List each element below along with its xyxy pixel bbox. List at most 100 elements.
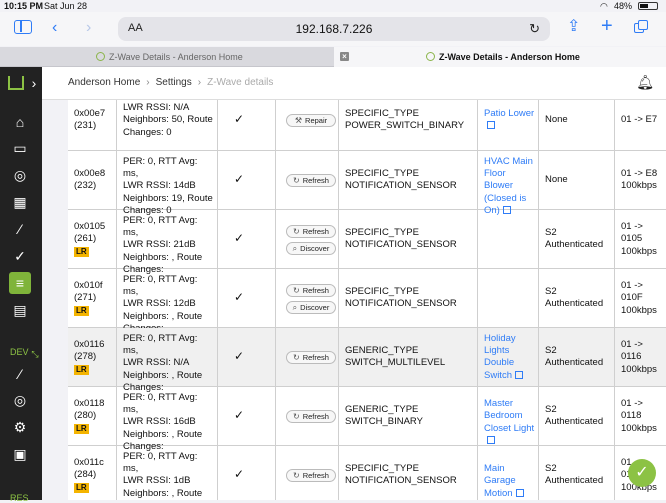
tab-zwave-details-1[interactable]: Z-Wave Details - Anderson Home — [0, 47, 332, 67]
new-tab-icon[interactable]: + — [601, 16, 613, 36]
node-hex-id: 0x00e7 — [74, 108, 106, 120]
node-hex-id: 0x0105 — [74, 221, 106, 233]
sidebar-toggle-icon[interactable] — [14, 20, 32, 34]
forward-icon[interactable]: › — [86, 20, 91, 36]
breadcrumb-settings[interactable]: Settings — [156, 77, 192, 88]
table-row: 0x011c (284) LR PER: 0, RTT Avg: ms, LWR RSS… — [68, 446, 666, 500]
app-sidebar: › ⌂ ▭ ◎ ▦ ⁄ ✓ ≡ ▤ DEV ⤡ ⁄ ◎ ⚙ ▣ RES — [0, 67, 42, 503]
discover-button[interactable]: ⌕ Discover — [286, 241, 336, 255]
node-id: 0x010f (271) LR — [74, 280, 114, 317]
route-line: 0118 — [621, 410, 642, 422]
type-line: SPECIFIC_TYPE — [345, 227, 419, 239]
node-id: 0x011c (284) LR — [74, 457, 114, 494]
node-stats-cell: LWR RSSI: N/A Neighbors: 50, Route Changes… — [117, 100, 218, 150]
node-hex-id: 0x0116 — [74, 339, 105, 351]
device-name-cell: Patio Lower — [478, 100, 539, 150]
type-line: SWITCH_BINARY — [345, 416, 423, 428]
hubitat-logo-icon[interactable] — [5, 71, 27, 93]
checkmark-icon: ✓ — [234, 348, 245, 363]
back-icon[interactable]: ‹ — [52, 20, 57, 36]
expand-sidebar-icon[interactable]: › — [28, 72, 40, 94]
wand-icon[interactable]: ⁄ — [9, 218, 31, 240]
devices-icon[interactable]: ▭ — [9, 137, 31, 159]
external-link-icon[interactable] — [514, 370, 523, 379]
external-link-icon[interactable] — [487, 121, 495, 130]
folder-code-icon[interactable]: ▣ — [9, 443, 31, 465]
route-info: 01 -> E8 100kbps — [621, 168, 664, 193]
checkmark-icon: ✓ — [234, 171, 245, 186]
table-row: 0x0118 (280) LR PER: 0, RTT Avg: ms, LWR RSS… — [68, 387, 666, 452]
repair-button[interactable]: ⚒ Repair — [286, 114, 336, 127]
status-cell: ✓ — [218, 210, 276, 268]
refresh-button[interactable]: ↻ Refresh — [286, 469, 336, 482]
close-tab-icon[interactable]: × — [340, 52, 349, 61]
device-link[interactable]: Patio Lower — [484, 108, 536, 133]
checkmark-icon: ✓ — [234, 289, 245, 304]
node-decimal-id: (280) — [74, 410, 97, 422]
tab-overview-icon[interactable] — [634, 20, 649, 34]
node-decimal-id: (271) — [74, 292, 97, 304]
refresh-icon: ↻ — [293, 285, 300, 295]
notifications-bell-icon[interactable]: 🔔︎ — [636, 74, 654, 91]
gear-icon[interactable]: ⚙ — [9, 416, 31, 438]
floating-check-button[interactable]: ✓ — [628, 459, 656, 487]
share-icon[interactable]: ⇪ — [567, 19, 580, 35]
route-info: 01 -> 0105 100kbps — [621, 221, 664, 258]
refresh-button[interactable]: ↻ Refresh — [286, 224, 336, 238]
refresh-icon: ↻ — [293, 471, 300, 480]
device-link[interactable]: Holiday Lights Double Switch — [484, 333, 536, 382]
home-icon[interactable]: ⌂ — [9, 111, 31, 133]
route-info: 01 -> 0116 100kbps — [621, 339, 664, 376]
route-line: 01 -> — [621, 221, 643, 233]
refresh-button[interactable]: ↻ Refresh — [286, 174, 336, 187]
address-bar[interactable]: AA 192.168.7.226 ↻ — [118, 17, 550, 41]
logs-icon[interactable]: ▤ — [9, 299, 31, 321]
device-name-line: Lights — [484, 345, 510, 357]
type-line: SPECIFIC_TYPE — [345, 108, 419, 120]
apps-icon[interactable]: ▦ — [9, 191, 31, 213]
route-line: 100kbps — [621, 363, 657, 375]
security-line: Authenticated — [545, 298, 604, 310]
stats-line: PER: 0, RTT Avg: ms, — [123, 391, 198, 416]
settings-sliders-icon[interactable]: ≡ — [9, 272, 31, 294]
check-circle-icon[interactable]: ✓ — [9, 245, 31, 267]
bulb-icon[interactable]: ◎ — [9, 164, 31, 186]
collapse-icon[interactable]: ⤡ — [30, 343, 40, 365]
route-cell: 01 -> E8 100kbps — [615, 151, 666, 209]
magic-wand-icon[interactable]: ⁄ — [9, 363, 31, 385]
device-name-line: Floor Blower — [484, 168, 514, 192]
button-label: Discover — [300, 302, 330, 312]
route-line: 100kbps — [621, 180, 657, 192]
refresh-button[interactable]: ↻ Refresh — [286, 410, 336, 423]
device-link[interactable]: Master Bedroom Closet Light — [484, 398, 536, 447]
security-line: Authenticated — [545, 357, 604, 369]
route-line: 100kbps — [621, 422, 657, 434]
device-name-line: Motion — [484, 487, 513, 499]
device-link[interactable]: Main Garage Motion — [484, 463, 536, 500]
breadcrumb-current: Z-Wave details — [207, 77, 274, 88]
external-link-icon[interactable] — [487, 435, 495, 444]
route-info: 01 -> 0118 100kbps — [621, 398, 664, 435]
bulb-gear-icon[interactable]: ◎ — [9, 389, 31, 411]
discover-button[interactable]: ⌕ Discover — [286, 300, 336, 314]
checkmark-icon: ✓ — [234, 111, 245, 126]
device-type: GENERIC_TYPE SWITCH_BINARY — [345, 404, 475, 429]
device-link[interactable]: HVAC Main Floor Blower (Closed is On) — [484, 156, 536, 217]
external-link-icon[interactable] — [515, 488, 524, 497]
type-line: NOTIFICATION_SENSOR — [345, 475, 457, 487]
tab-zwave-details-2[interactable]: × Z-Wave Details - Anderson Home — [334, 47, 666, 67]
refresh-button[interactable]: ↻ Refresh — [286, 283, 336, 297]
tab-bar: Z-Wave Details - Anderson Home × Z-Wave … — [0, 47, 666, 67]
res-section-label: RES — [10, 493, 29, 503]
device-type-cell: SPECIFIC_TYPE NOTIFICATION_SENSOR — [339, 151, 478, 209]
table-row: 0x00e8 (232) PER: 0, RTT Avg: ms, LWR RSSI:… — [68, 151, 666, 216]
node-decimal-id: (278) — [74, 351, 97, 363]
device-name-cell: Master Bedroom Closet Light — [478, 387, 539, 445]
reload-icon[interactable]: ↻ — [529, 21, 540, 37]
status-cell: ✓ — [218, 446, 276, 500]
node-id: 0x0116 (278) LR — [74, 339, 114, 376]
security-level: S2 Authenticated — [545, 345, 612, 370]
wrench-icon: ⚒ — [294, 116, 303, 125]
refresh-button[interactable]: ↻ Refresh — [286, 351, 336, 364]
breadcrumb-home[interactable]: Anderson Home — [68, 77, 140, 88]
